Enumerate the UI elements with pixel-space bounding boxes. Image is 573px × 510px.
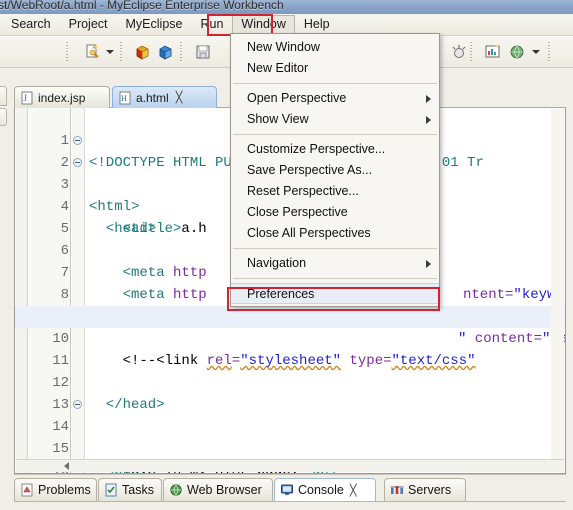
report-chart-icon[interactable]	[484, 43, 502, 61]
jsp-file-icon: J	[21, 91, 34, 105]
toolbar-separator	[548, 42, 550, 62]
code-line: 12 </head>	[15, 350, 565, 413]
globe-icon[interactable]	[508, 43, 526, 61]
new-wizard-dropdown-chevron-down-icon[interactable]	[106, 50, 114, 54]
menu-search[interactable]: Search	[2, 15, 60, 35]
menu-myeclipse[interactable]: MyEclipse	[117, 15, 192, 35]
svg-text:H: H	[121, 94, 127, 103]
menu-separator	[233, 134, 437, 135]
editor-tab-label: a.html	[136, 90, 169, 105]
editor-tab-index-jsp[interactable]: J index.jsp	[14, 86, 110, 108]
menu-item-label: Open Perspective	[247, 91, 347, 105]
menu-item-save-perspective-as[interactable]: Save Perspective As...	[231, 160, 439, 181]
perspective-tab-fragment[interactable]	[0, 86, 7, 106]
code-line: 11	[15, 328, 565, 369]
menu-item-new-window[interactable]: New Window	[231, 37, 439, 58]
close-icon[interactable]: ╳	[176, 91, 183, 104]
view-tab-label: Console	[298, 483, 344, 497]
html-file-icon: H	[119, 91, 132, 105]
window-title: st/WebRoot/a.html - MyEclipse Enterprise…	[0, 0, 284, 12]
perspective-tab-fragment[interactable]	[0, 108, 7, 126]
menu-separator	[233, 278, 437, 279]
menu-item-customize-perspective[interactable]: Customize Perspective...	[231, 139, 439, 160]
code-line: 13	[15, 372, 565, 413]
menu-project[interactable]: Project	[60, 15, 117, 35]
toolbar-separator	[66, 42, 68, 62]
menu-item-new-editor[interactable]: New Editor	[231, 58, 439, 79]
view-tab-label: Web Browser	[187, 483, 262, 497]
tasks-icon	[104, 483, 118, 497]
submenu-arrow-icon	[426, 260, 431, 268]
scroll-left-arrow-icon[interactable]	[64, 462, 69, 470]
code-line: 15 This is my HTML page. <br>	[15, 416, 565, 473]
bottom-view-tabrow: Problems Tasks Web Browser Console ╳ Ser…	[14, 478, 566, 502]
menu-help[interactable]: Help	[295, 15, 339, 35]
view-tab-label: Tasks	[122, 483, 154, 497]
editor-tab-label: index.jsp	[38, 90, 86, 105]
close-icon[interactable]: ╳	[350, 484, 357, 497]
toolbar-separator	[120, 42, 122, 62]
toolbar-separator	[470, 42, 472, 62]
view-tab-console[interactable]: Console ╳	[274, 478, 376, 501]
view-tab-label: Problems	[38, 483, 91, 497]
floppy-disk-icon[interactable]	[194, 43, 212, 61]
window-titlebar: st/WebRoot/a.html - MyEclipse Enterprise…	[0, 0, 573, 14]
menu-item-label: Navigation	[247, 256, 307, 270]
servers-icon	[390, 483, 404, 497]
menu-item-open-perspective[interactable]: Open Perspective	[231, 88, 439, 109]
submenu-arrow-icon	[426, 116, 431, 124]
bottom-panel-divider	[14, 474, 566, 475]
web-browser-icon	[169, 483, 183, 497]
editor-tab-a-html[interactable]: H a.html ╳	[112, 86, 217, 108]
code-line-current: 10 <!--<link rel="stylesheet" type="text…	[15, 306, 565, 369]
browser-dropdown-chevron-down-icon[interactable]	[532, 50, 540, 54]
menu-item-preferences[interactable]: Preferences	[231, 283, 439, 304]
blue-cube-icon[interactable]	[157, 43, 175, 61]
console-icon	[280, 483, 294, 497]
yellow-cube-icon[interactable]	[134, 43, 152, 61]
svg-text:J: J	[24, 93, 28, 103]
view-tab-label: Servers	[408, 483, 452, 497]
menu-item-label: Show View	[247, 112, 309, 126]
fold-toggle-icon[interactable]	[73, 400, 82, 409]
window-dropdown-menu: New Window New Editor Open Perspective S…	[230, 33, 440, 307]
myeclipse-workbench-window: st/WebRoot/a.html - MyEclipse Enterprise…	[0, 0, 573, 510]
menu-window[interactable]: Window	[232, 14, 295, 35]
menu-item-reset-perspective[interactable]: Reset Perspective...	[231, 181, 439, 202]
code-line: 14 <body>	[15, 394, 565, 473]
fold-toggle-icon[interactable]	[73, 136, 82, 145]
menu-item-close-all-perspectives[interactable]: Close All Perspectives	[231, 223, 439, 244]
menu-run[interactable]: Run	[191, 15, 232, 35]
submenu-arrow-icon	[426, 95, 431, 103]
menu-separator	[233, 248, 437, 249]
problems-icon	[20, 483, 34, 497]
new-wizard-icon[interactable]	[84, 43, 102, 61]
menu-separator	[233, 83, 437, 84]
fold-toggle-icon[interactable]	[73, 158, 82, 167]
editor-vertical-scrollbar[interactable]	[551, 109, 564, 461]
toolbar-separator	[180, 42, 182, 62]
view-tab-servers[interactable]: Servers	[384, 478, 466, 501]
menu-item-close-perspective[interactable]: Close Perspective	[231, 202, 439, 223]
debug-bug-icon[interactable]	[450, 43, 468, 61]
editor-horizontal-scrollbar[interactable]	[16, 459, 564, 472]
view-tab-problems[interactable]: Problems	[14, 478, 97, 501]
menu-item-show-view[interactable]: Show View	[231, 109, 439, 130]
code-line: 16 </body>	[15, 438, 565, 473]
menu-item-navigation[interactable]: Navigation	[231, 253, 439, 274]
view-tab-web-browser[interactable]: Web Browser	[163, 478, 273, 501]
view-tab-tasks[interactable]: Tasks	[98, 478, 162, 501]
